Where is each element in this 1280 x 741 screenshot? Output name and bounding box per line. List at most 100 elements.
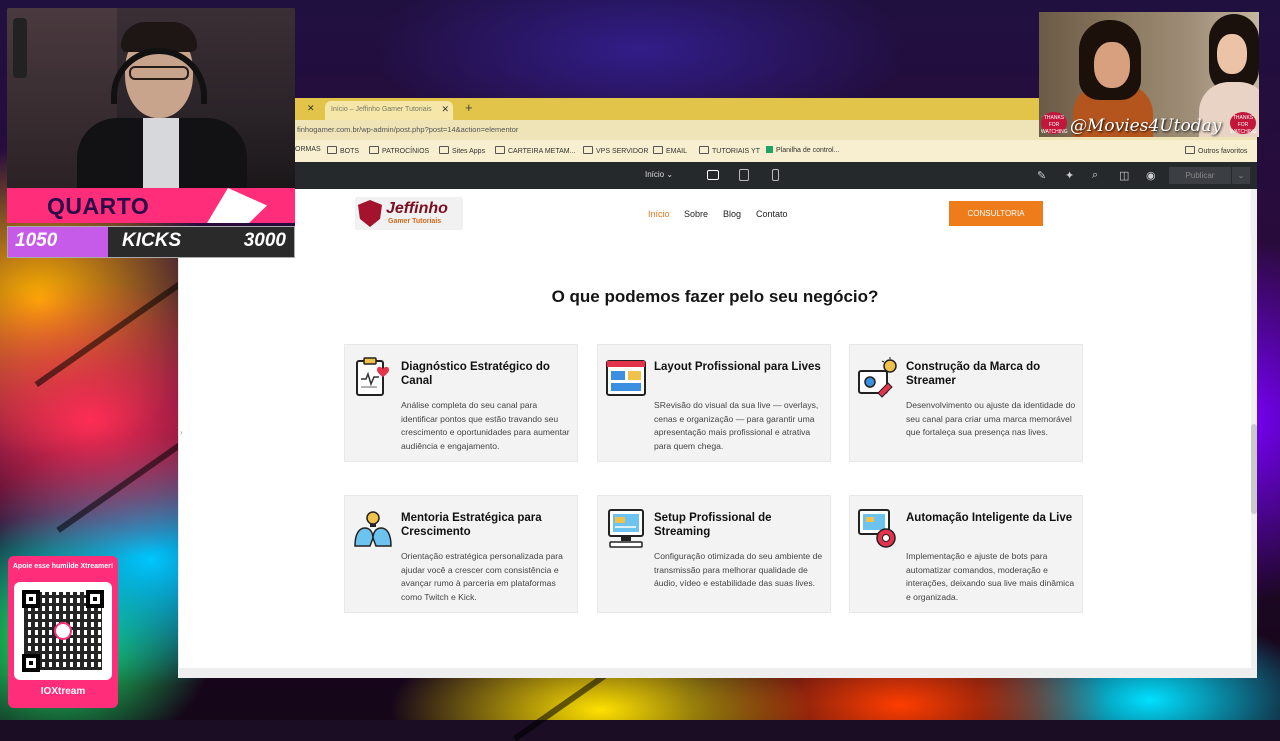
services-section: O que podemos fazer pelo seu negócio? Di… — [178, 237, 1251, 677]
card-title: Setup Profissional de Streaming — [654, 512, 772, 538]
layout-window-icon — [606, 360, 646, 396]
folder-icon — [583, 146, 593, 154]
bookmark-item[interactable]: PATROCÍNIOS — [369, 146, 429, 155]
bookmark-item[interactable]: Sites Apps — [439, 146, 485, 155]
qr-finder — [22, 654, 40, 672]
tab-active[interactable]: Início – Jeffinho Gamer Tutoriais ✕ — [325, 101, 453, 120]
desktop-view-icon[interactable] — [707, 170, 719, 180]
thanks-badge: THANKS FOR WATCHING — [1041, 112, 1068, 135]
card-title: Automação Inteligente da Live — [906, 512, 1073, 524]
card-text: Implementação e ajuste de bots para auto… — [906, 551, 1075, 602]
other-bookmarks[interactable]: Outros favoritos — [1185, 146, 1247, 155]
brush-icon[interactable]: ✎ — [1037, 169, 1046, 182]
elementor-topbar: Início ⌄ ✎ ✦ ⌕ ◫ ◉ Publicar ⌄ — [295, 162, 1257, 189]
bookmark-item[interactable]: BOTS — [327, 146, 359, 155]
collapse-panel-icon[interactable]: › — [180, 428, 183, 437]
service-card[interactable]: Automação Inteligente da Live Implementa… — [849, 495, 1083, 613]
card-text: Configuração otimizada do seu ambiente d… — [654, 551, 823, 589]
computer-setup-icon — [608, 509, 644, 548]
microphone — [13, 18, 27, 78]
nav-sobre[interactable]: Sobre — [684, 209, 708, 219]
service-card[interactable]: Construção da Marca do Streamer Desenvol… — [849, 344, 1083, 462]
qr-title: Apoie esse humilde Xtreamer! — [12, 563, 114, 570]
folder-icon — [1185, 146, 1195, 154]
card-title: Layout Profissional para Lives — [654, 361, 821, 373]
preview-eye-icon[interactable]: ◉ — [1146, 169, 1156, 182]
card-text: Orientação estratégica personalizada par… — [401, 551, 563, 602]
mobile-view-icon[interactable] — [772, 169, 779, 181]
goal-name: KICKS — [122, 230, 182, 251]
service-card[interactable]: Mentoria Estratégica para Crescimento Or… — [344, 495, 578, 613]
mentoring-heads-icon — [354, 511, 392, 547]
kicks-goal-widget: QUARTO 1050 KICKS 3000 — [7, 188, 295, 260]
bookmark-item[interactable]: ORMAS — [295, 146, 321, 153]
clipboard-heart-icon — [356, 357, 389, 396]
card-title: Construção da Marca do Streamer — [906, 361, 1041, 387]
goal-progress-bar: 1050 KICKS 3000 — [7, 226, 295, 258]
flag-icon — [207, 188, 267, 223]
card-title: Mentoria Estratégica para Crescimento — [401, 512, 542, 538]
qr-donation-card: Apoie esse humilde Xtreamer! IOXtream — [8, 556, 118, 708]
service-card[interactable]: Diagnóstico Estratégico do Canal Análise… — [344, 344, 578, 462]
notifications-icon[interactable]: ✦ — [1065, 169, 1074, 182]
webcam-overlay — [7, 8, 295, 188]
goal-target: 3000 — [243, 230, 286, 251]
consultoria-button[interactable]: CONSULTORIA — [949, 201, 1043, 226]
shield-logo-icon — [358, 200, 382, 227]
brand-idea-icon — [858, 357, 897, 398]
search-icon[interactable]: ⌕ — [1092, 169, 1098, 182]
site-header: Jeffinho Gamer Tutoriais Início Sobre Bl… — [295, 189, 1250, 237]
headset — [111, 48, 207, 104]
nav-blog[interactable]: Blog — [723, 209, 741, 219]
structure-icon[interactable]: ◫ — [1119, 169, 1129, 182]
bookmark-item[interactable]: VPS SERVIDOR — [583, 146, 648, 155]
card-text: Análise completa do seu canal para ident… — [401, 400, 570, 451]
service-card[interactable]: Setup Profissional de Streaming Configur… — [597, 495, 831, 613]
site-logo[interactable]: Jeffinho Gamer Tutoriais — [355, 197, 463, 230]
qr-code[interactable] — [14, 582, 112, 680]
folder-icon — [699, 146, 709, 154]
qr-finder — [22, 590, 40, 608]
bookmark-item[interactable]: Planilha de control... — [766, 146, 839, 154]
page-selector[interactable]: Início ⌄ — [645, 170, 673, 179]
actress-face — [1217, 34, 1247, 74]
canvas-bottom-edge — [178, 668, 1256, 678]
card-text: Desenvolvimento ou ajuste da identidade … — [906, 400, 1076, 438]
tablet-view-icon[interactable] — [739, 169, 749, 181]
nav-contato[interactable]: Contato — [756, 209, 788, 219]
qr-logo-icon — [54, 622, 72, 640]
section-title: O que podemos fazer pelo seu negócio? — [551, 287, 879, 306]
bookmark-item[interactable]: CARTEIRA METAM... — [495, 146, 575, 155]
logo-subtitle: Gamer Tutoriais — [388, 218, 442, 225]
thanks-badge: THANKS FOR WATCHING — [1230, 112, 1257, 135]
url-text: finhogamer.com.br/wp-admin/post.php?post… — [297, 125, 519, 134]
nav-inicio[interactable]: Início — [648, 209, 670, 219]
bookmarks-bar: ORMAS BOTS PATROCÍNIOS Sites Apps CARTEI… — [295, 140, 1257, 163]
bookmark-item[interactable]: EMAIL — [653, 146, 687, 155]
actress-face — [1094, 42, 1130, 88]
close-tab-icon[interactable]: ✕ — [307, 103, 315, 114]
page-scrollbar[interactable] — [1251, 189, 1257, 678]
goal-current: 1050 — [15, 230, 58, 251]
card-text: SRevisão do visual da sua live — overlay… — [654, 400, 819, 451]
folder-icon — [495, 146, 505, 154]
service-card[interactable]: Layout Profissional para Lives SRevisão … — [597, 344, 831, 462]
bookmark-item[interactable]: TUTORIAIS YT — [699, 146, 760, 155]
close-tab-icon[interactable]: ✕ — [441, 104, 449, 115]
publish-options-button[interactable]: ⌄ — [1232, 167, 1250, 184]
folder-icon — [327, 146, 337, 154]
automation-gear-icon — [858, 509, 896, 548]
publish-button[interactable]: Publicar — [1169, 167, 1231, 184]
folder-icon — [369, 146, 379, 154]
spreadsheet-icon — [766, 146, 773, 153]
folder-icon — [653, 146, 663, 154]
movie-handle: @Movies4Utoday — [1070, 116, 1222, 136]
new-tab-icon[interactable]: + — [465, 100, 473, 115]
scroll-thumb[interactable] — [1251, 424, 1257, 514]
qr-brand: IOXtream — [40, 686, 86, 697]
streamer-shirt — [143, 118, 179, 188]
card-title: Diagnóstico Estratégico do Canal — [401, 361, 550, 387]
tab-title: Início – Jeffinho Gamer Tutoriais — [331, 106, 432, 113]
logo-name: Jeffinho — [386, 200, 448, 217]
folder-icon — [439, 146, 449, 154]
